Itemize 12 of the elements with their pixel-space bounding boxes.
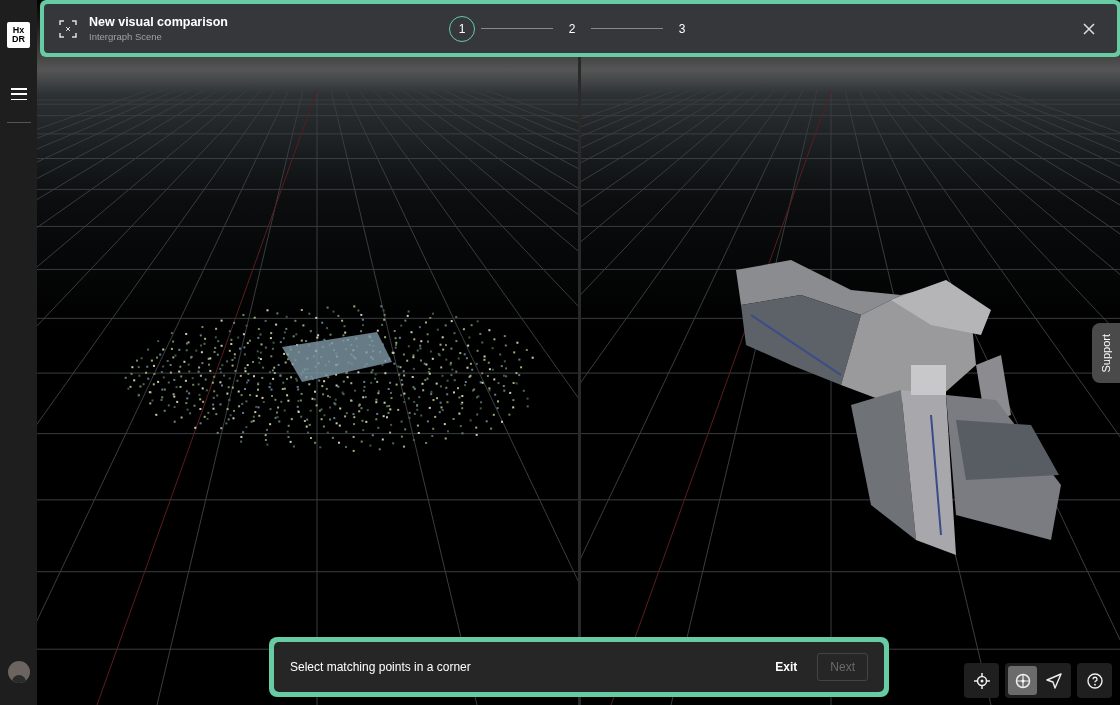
close-icon[interactable] <box>1083 22 1095 35</box>
menu-icon[interactable] <box>10 88 27 100</box>
scan-frame-icon <box>59 19 77 38</box>
instruction-text: Select matching points in a corner <box>290 659 471 676</box>
avatar-icon[interactable] <box>7 661 30 683</box>
wizard-title: New visual comparison <box>89 13 229 30</box>
step-indicator: 2 <box>567 20 577 38</box>
wizard-subtitle: Intergraph Scene <box>89 29 163 44</box>
globe-icon[interactable] <box>1008 666 1037 695</box>
exit-button[interactable]: Exit <box>765 653 808 681</box>
app-logo[interactable]: Hx DR <box>7 22 30 48</box>
step-indicator: 3 <box>677 20 687 38</box>
